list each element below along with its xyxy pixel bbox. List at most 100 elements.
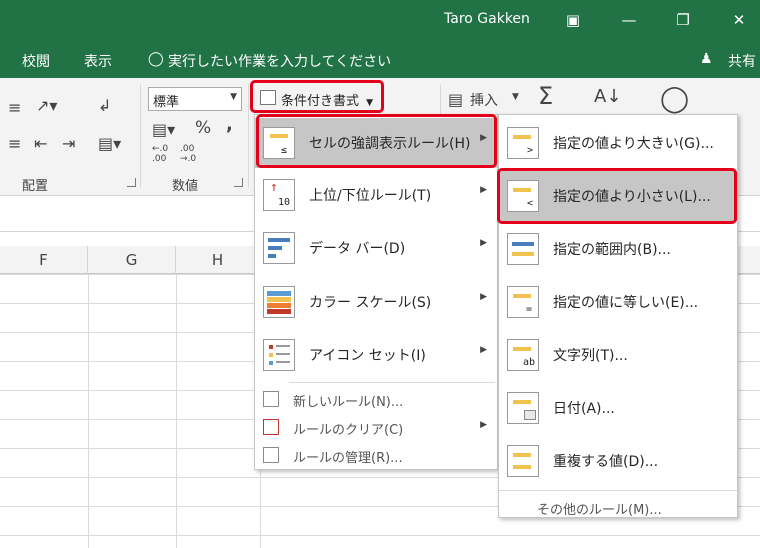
icon-bar bbox=[267, 291, 291, 296]
menu-item-label: 上位/下位ルール(T) bbox=[309, 188, 432, 204]
menu-item-equal-to[interactable]: = 指定の値に等しい(E)... bbox=[499, 277, 737, 327]
number-format-value: 標準 bbox=[153, 95, 180, 110]
icon-bar bbox=[512, 252, 534, 256]
number-format-select[interactable]: 標準 ▼ bbox=[148, 87, 242, 111]
menu-item-label: 指定の値より大きい(G)... bbox=[553, 136, 714, 152]
icon-bar bbox=[276, 353, 290, 355]
menu-item-data-bars[interactable]: データ バー(D) ▶ bbox=[255, 223, 497, 273]
color-scales-icon bbox=[263, 286, 295, 318]
alignment-launcher[interactable] bbox=[127, 178, 136, 187]
group-label-alignment: 配置 bbox=[22, 179, 49, 194]
icon-bar bbox=[267, 297, 291, 302]
icon-calendar bbox=[524, 410, 536, 420]
menu-item-label: 日付(A)... bbox=[553, 401, 615, 417]
menu-divider bbox=[289, 382, 495, 383]
restore-icon[interactable]: ❐ bbox=[670, 8, 696, 32]
merge-center-icon[interactable]: ▤▾ bbox=[98, 134, 121, 153]
menu-item-color-scales[interactable]: カラー スケール(S) ▶ bbox=[255, 277, 497, 327]
icon-bar bbox=[268, 246, 282, 250]
menu-item-more-rules[interactable]: その他のルール(M)... bbox=[499, 493, 737, 521]
menu-item-date-occurring[interactable]: 日付(A)... bbox=[499, 383, 737, 433]
menu-item-new-rule[interactable]: 新しいルール(N)... bbox=[255, 385, 497, 413]
comma-button[interactable]: , bbox=[226, 114, 233, 135]
equal-sign-icon: = bbox=[526, 304, 533, 315]
number-launcher[interactable] bbox=[234, 178, 243, 187]
close-icon[interactable]: ✕ bbox=[726, 8, 752, 32]
icon-bar bbox=[269, 361, 273, 365]
tab-review[interactable]: 校閲 bbox=[22, 51, 50, 71]
grid-line bbox=[88, 274, 89, 548]
minimize-icon[interactable]: — bbox=[616, 8, 642, 32]
insert-cells-icon: ▤ bbox=[448, 90, 464, 109]
tab-view[interactable]: 表示 bbox=[84, 51, 112, 71]
icon-number: 10 bbox=[278, 197, 291, 208]
text-contains-icon: ab bbox=[507, 339, 539, 371]
insert-button[interactable]: 挿入 bbox=[470, 90, 498, 110]
increase-indent-icon[interactable]: ⇥ bbox=[62, 134, 75, 153]
user-name: Taro Gakken bbox=[444, 11, 530, 27]
find-select-icon[interactable]: ◯ bbox=[660, 84, 689, 114]
divider bbox=[248, 84, 249, 188]
divider bbox=[140, 84, 141, 188]
menu-item-icon-sets[interactable]: アイコン セット(I) ▶ bbox=[255, 330, 497, 380]
icon-bar bbox=[513, 465, 531, 469]
share-button[interactable]: 共有 bbox=[728, 51, 756, 71]
sort-filter-icon[interactable]: A↓ bbox=[594, 86, 621, 107]
lightbulb-icon: ◯ bbox=[148, 51, 164, 67]
icon-symbol: ab bbox=[523, 357, 536, 368]
column-header-g[interactable]: G bbox=[88, 246, 176, 274]
person-icon: ♟ bbox=[700, 51, 713, 67]
ribbon-display-icon[interactable]: ▣ bbox=[560, 8, 586, 32]
column-header-f[interactable]: F bbox=[0, 246, 88, 274]
autosum-button[interactable]: Σ bbox=[538, 82, 553, 110]
icon-bar bbox=[269, 345, 273, 349]
menu-item-label: 新しいルール(N)... bbox=[293, 395, 404, 410]
menu-item-clear-rules[interactable]: ルールのクリア(C) ▶ bbox=[255, 413, 497, 441]
wrap-text-icon[interactable]: ↲ bbox=[98, 96, 111, 115]
highlight-rules-red-box bbox=[256, 114, 497, 168]
menu-item-label: 重複する値(D)... bbox=[553, 454, 659, 470]
icon-bar bbox=[513, 453, 531, 457]
menu-item-top-bottom-rules[interactable]: ↑ 10 上位/下位ルール(T) ▶ bbox=[255, 170, 497, 220]
submenu-arrow-icon: ▶ bbox=[480, 420, 487, 430]
icon-bar bbox=[267, 303, 291, 308]
icon-symbol: > bbox=[527, 145, 534, 156]
menu-item-label: アイコン セット(I) bbox=[309, 348, 426, 364]
menu-item-label: 指定の範囲内(B)... bbox=[553, 242, 671, 258]
data-bars-icon bbox=[263, 232, 295, 264]
eraser-icon bbox=[263, 419, 279, 435]
submenu-arrow-icon: ▶ bbox=[480, 238, 487, 248]
calendar-icon bbox=[507, 392, 539, 424]
menu-item-text-contains[interactable]: ab 文字列(T)... bbox=[499, 330, 737, 380]
menu-divider bbox=[499, 490, 737, 491]
icon-bar bbox=[512, 242, 534, 246]
increase-decimal-icon[interactable]: ←.0.00 bbox=[152, 144, 168, 164]
grid-line bbox=[176, 274, 177, 548]
menu-item-label: データ バー(D) bbox=[309, 241, 406, 257]
menu-item-duplicate-values[interactable]: 重複する値(D)... bbox=[499, 436, 737, 486]
menu-item-label: 指定の値に等しい(E)... bbox=[553, 295, 699, 311]
group-label-number: 数値 bbox=[172, 179, 199, 194]
tell-me-search[interactable]: 実行したい作業を入力してください bbox=[168, 51, 391, 71]
icon-bar bbox=[513, 347, 531, 351]
menu-item-manage-rules[interactable]: ルールの管理(R)... bbox=[255, 441, 497, 469]
new-rule-icon bbox=[263, 391, 279, 407]
icon-bar bbox=[513, 400, 531, 404]
percent-button[interactable]: % bbox=[195, 118, 211, 138]
align-right-icon[interactable]: ≡ bbox=[8, 134, 21, 153]
chevron-down-icon[interactable]: ▼ bbox=[512, 92, 519, 102]
orientation-icon[interactable]: ↗▾ bbox=[36, 96, 57, 115]
decrease-indent-icon[interactable]: ⇤ bbox=[34, 134, 47, 153]
menu-item-label: ルールの管理(R)... bbox=[293, 451, 403, 466]
menu-item-greater-than[interactable]: > 指定の値より大きい(G)... bbox=[499, 118, 737, 168]
icon-sets-icon bbox=[263, 339, 295, 371]
icon-bar bbox=[268, 254, 276, 258]
decrease-decimal-icon[interactable]: .00 →.0 bbox=[180, 144, 196, 164]
currency-icon[interactable]: ▤▾ bbox=[152, 120, 175, 139]
align-lines-icon[interactable]: ≡ bbox=[8, 98, 21, 117]
between-icon bbox=[507, 233, 539, 265]
menu-item-between[interactable]: 指定の範囲内(B)... bbox=[499, 224, 737, 274]
icon-bar bbox=[276, 361, 290, 363]
column-header-h[interactable]: H bbox=[176, 246, 260, 274]
ribbon-tabs: 校閲 表示 ◯ 実行したい作業を入力してください ♟ 共有 bbox=[0, 40, 760, 78]
